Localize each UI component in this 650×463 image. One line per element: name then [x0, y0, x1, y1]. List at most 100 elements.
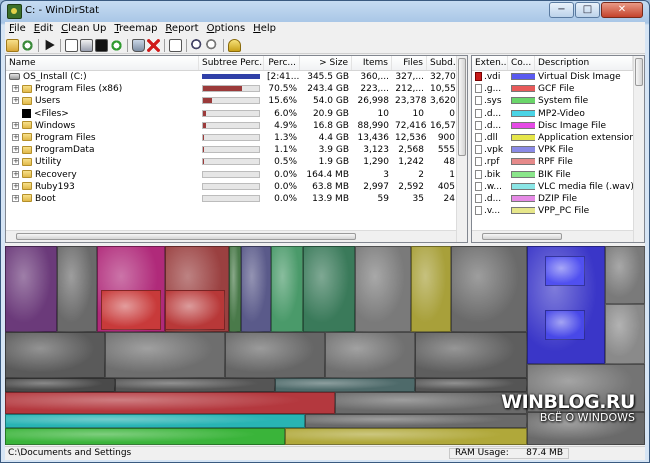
zoom-in-icon[interactable] — [191, 38, 204, 52]
list-item[interactable]: .v... VPP_PC File — [472, 205, 633, 217]
list-item[interactable]: .dll Application extension — [472, 132, 633, 144]
treemap-block[interactable] — [5, 246, 57, 332]
table-row[interactable]: +<Files> 6.0% 20.9 GB 10 10 0 — [6, 108, 458, 120]
table-row[interactable]: + Windows 4.9% 16.8 GB 88,990 72,41616,574 — [6, 120, 458, 132]
treemap-block[interactable] — [415, 378, 527, 392]
column-files[interactable]: Files — [392, 56, 427, 70]
open-folder-icon[interactable] — [6, 38, 19, 52]
explorer-icon[interactable] — [80, 38, 93, 52]
table-row[interactable]: + Ruby193 0.0% 63.8 MB 2,997 2,592 405 — [6, 181, 458, 193]
table-row[interactable]: + ProgramData 1.1% 3.9 GB 3,123 2,568 555 — [6, 144, 458, 156]
zoom-out-icon[interactable] — [206, 38, 219, 52]
expand-icon[interactable]: + — [12, 85, 19, 93]
expand-icon[interactable]: + — [12, 158, 19, 166]
table-row[interactable]: + Boot 0.0% 13.9 MB 59 35 24 — [6, 193, 458, 205]
horizontal-scrollbar[interactable] — [472, 230, 634, 242]
treemap-block[interactable] — [285, 428, 527, 445]
table-row[interactable]: + Program Files (x86) 70.5% 243.4 GB 223,...… — [6, 83, 458, 95]
list-item[interactable]: .d... DZIP File — [472, 193, 633, 205]
list-item[interactable]: .g... GCF File — [472, 83, 633, 95]
horizontal-scrollbar[interactable] — [6, 230, 457, 242]
column-percent[interactable]: Perc... — [264, 56, 300, 70]
treemap-block[interactable] — [57, 246, 97, 332]
treemap-block[interactable] — [305, 414, 527, 428]
list-item[interactable]: .vdi Virtual Disk Image — [472, 71, 633, 83]
treemap-block[interactable] — [165, 290, 225, 330]
extension-list[interactable]: Exten... Co... Description .vdi Virtual D… — [471, 55, 645, 243]
treemap-block[interactable] — [411, 246, 451, 332]
treemap-block[interactable] — [5, 378, 115, 392]
table-row[interactable]: + Utility 0.5% 1.9 GB 1,290 1,242 48 — [6, 156, 458, 168]
expand-icon[interactable]: + — [12, 182, 19, 190]
maximize-button[interactable]: □ — [575, 2, 600, 18]
treemap-block[interactable] — [241, 246, 271, 332]
list-item[interactable]: .d... Disc Image File — [472, 120, 633, 132]
list-item[interactable]: .bik BIK File — [472, 169, 633, 181]
menu-report[interactable]: Report — [161, 22, 202, 36]
column-description[interactable]: Description — [535, 56, 633, 70]
treemap-block[interactable] — [335, 392, 527, 414]
list-item[interactable]: .sys System file — [472, 95, 633, 107]
list-item[interactable]: .rpf RPF File — [472, 156, 633, 168]
menu-options[interactable]: Options — [203, 22, 250, 36]
expand-icon[interactable]: + — [12, 121, 19, 129]
title-bar[interactable]: C: - WinDirStat − □ ✕ — [1, 1, 649, 21]
directory-list[interactable]: Name Subtree Perc... Perc... > Size Item… — [5, 55, 468, 243]
help-icon[interactable] — [228, 38, 241, 52]
treemap-block[interactable] — [5, 428, 285, 445]
treemap-block[interactable] — [605, 246, 645, 304]
list-item[interactable]: .w... VLC media file (.wav) — [472, 181, 633, 193]
scrollbar-thumb[interactable] — [482, 233, 562, 240]
close-button[interactable]: ✕ — [601, 2, 643, 18]
list-item[interactable]: .d... MP2-Video — [472, 108, 633, 120]
refresh-selected-icon[interactable] — [110, 38, 123, 52]
expand-icon[interactable]: + — [12, 146, 19, 154]
minimize-button[interactable]: − — [549, 2, 574, 18]
scrollbar-thumb[interactable] — [635, 58, 643, 86]
expand-icon[interactable]: + — [12, 133, 19, 141]
treemap-block[interactable] — [229, 246, 241, 332]
recycle-icon[interactable] — [132, 38, 145, 52]
column-subdirs[interactable]: Subd... — [427, 56, 458, 70]
treemap-block[interactable] — [545, 310, 585, 340]
menu-clean-up[interactable]: Clean Up — [57, 22, 110, 36]
column-items[interactable]: Items — [352, 56, 392, 70]
delete-icon[interactable] — [147, 38, 160, 52]
expand-icon[interactable]: + — [12, 97, 19, 105]
new-folder-icon[interactable] — [169, 38, 182, 52]
refresh-icon[interactable] — [21, 38, 34, 52]
treemap-block[interactable] — [115, 378, 275, 392]
copy-icon[interactable] — [65, 38, 78, 52]
treemap-block[interactable] — [275, 378, 415, 392]
table-row[interactable]: + Recovery 0.0% 164.4 MB 3 2 1 — [6, 169, 458, 181]
table-row[interactable]: + Program Files 1.3% 4.4 GB 13,436 12,536 900 — [6, 132, 458, 144]
treemap-block[interactable] — [225, 332, 325, 378]
menu-help[interactable]: Help — [249, 22, 280, 36]
menu-file[interactable]: File — [5, 22, 30, 36]
column-size[interactable]: > Size — [300, 56, 352, 70]
vertical-scrollbar[interactable] — [456, 56, 467, 242]
expand-icon[interactable]: + — [12, 170, 19, 178]
stop-icon[interactable] — [45, 39, 55, 51]
treemap-block[interactable] — [451, 246, 527, 332]
command-prompt-icon[interactable] — [95, 38, 108, 52]
expand-icon[interactable]: + — [12, 194, 19, 202]
treemap-block[interactable] — [325, 332, 415, 378]
table-row[interactable]: OS_Install (C:) [2:41... 345.5 GB 360,... 32… — [6, 71, 458, 83]
column-name[interactable]: Name — [6, 56, 199, 70]
treemap-block[interactable] — [5, 332, 105, 378]
menu-edit[interactable]: Edit — [30, 22, 57, 36]
treemap-block[interactable] — [605, 304, 645, 364]
column-extension[interactable]: Exten... — [472, 56, 508, 70]
column-subtree-percent[interactable]: Subtree Perc... — [199, 56, 264, 70]
treemap-block[interactable] — [271, 246, 303, 332]
treemap-block[interactable] — [5, 392, 335, 414]
column-color[interactable]: Co... — [508, 56, 535, 70]
treemap-block[interactable] — [5, 414, 305, 428]
vertical-scrollbar[interactable] — [633, 56, 644, 242]
list-item[interactable]: .vpk VPK File — [472, 144, 633, 156]
treemap-block[interactable] — [303, 246, 355, 332]
table-row[interactable]: + Users 15.6% 54.0 GB 26,998 23,378 3,620 — [6, 95, 458, 107]
treemap-block[interactable] — [101, 290, 161, 330]
scrollbar-thumb[interactable] — [458, 58, 466, 156]
